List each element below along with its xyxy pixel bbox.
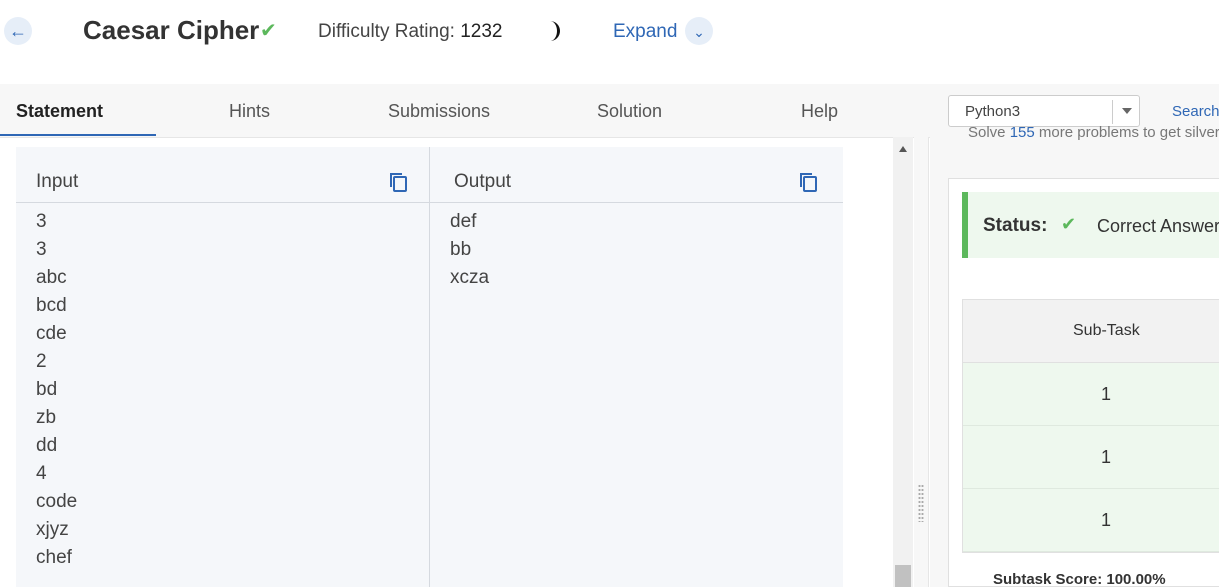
problem-title: Caesar Cipher [83,15,260,45]
output-line: bb [450,239,472,260]
input-lines: 3 3 abc bcd cde 2 bd zb dd 4 code xjyz c… [36,208,77,572]
subtask-row: 1 [963,489,1219,552]
input-line: 4 [36,463,47,484]
subtask-header: Sub-Task [1073,322,1140,339]
tab-hints[interactable]: Hints [229,101,270,122]
language-selected: Python3 [965,103,1021,120]
tab-solution[interactable]: Solution [597,101,662,122]
status-label: Status: [983,215,1048,236]
subtask-cell: 1 [1101,447,1112,467]
language-select[interactable]: Python3 [948,95,1140,127]
input-line: dd [36,435,58,456]
back-arrow-icon[interactable]: ← [4,17,32,45]
drag-grip-icon[interactable] [918,484,924,522]
difficulty-value: 1232 [460,21,503,42]
subtask-cell: 1 [1101,384,1112,404]
subtask-row: 1 [963,363,1219,426]
solve-more-text: Solve 155 more problems to get silver [968,124,1219,141]
subtask-header-row: Sub-Task [963,300,1219,363]
select-separator [1112,100,1113,124]
scrollbar-thumb[interactable] [895,565,911,587]
solved-check-icon: ✔ [260,20,277,42]
output-line: def [450,211,477,232]
problem-header: ← Caesar Cipher ✔ Difficulty Rating: 123… [0,0,1219,84]
solve-prefix: Solve [968,124,1006,141]
active-tab-indicator [0,134,156,136]
tab-help[interactable]: Help [801,101,838,122]
io-header-divider [16,202,843,203]
input-line: abc [36,267,67,288]
difficulty-label: Difficulty Rating: [318,21,455,42]
input-line: bd [36,379,58,400]
status-check-icon: ✔ [1061,214,1077,234]
input-line: 3 [36,239,47,260]
solve-suffix: more problems to get silver [1038,124,1219,141]
input-line: bcd [36,295,67,316]
scroll-up-arrow-icon[interactable] [899,146,907,152]
copy-input-icon[interactable] [389,172,409,192]
subtask-table: Sub-Task 1 1 1 [962,299,1219,553]
dark-mode-moon-icon[interactable] [544,20,564,42]
dropdown-arrow-icon[interactable] [1122,108,1132,114]
input-heading: Input [36,171,79,192]
search-link[interactable]: Search [1172,103,1219,120]
input-line: zb [36,407,57,428]
copy-output-icon[interactable] [799,172,819,192]
input-line: chef [36,547,72,568]
output-heading: Output [454,171,512,192]
output-lines: def bb xcza [450,208,489,292]
left-scrollbar[interactable] [893,137,913,587]
chevron-down-icon[interactable]: ⌄ [685,17,713,45]
input-line: cde [36,323,67,344]
input-line: code [36,491,78,512]
subtask-row: 1 [963,426,1219,489]
difficulty-rating: Difficulty Rating: 1232 [318,21,503,43]
subtask-cell: 1 [1101,510,1112,530]
subtask-score: Subtask Score: 100.00% [993,571,1166,588]
input-line: 2 [36,351,47,372]
io-divider [429,147,430,587]
solve-count: 155 [1009,124,1035,141]
expand-link[interactable]: Expand [613,21,677,43]
input-line: 3 [36,211,47,232]
status-value: Correct Answer [1097,216,1219,236]
output-line: xcza [450,267,490,288]
tab-statement[interactable]: Statement [16,101,103,122]
input-line: xjyz [36,519,69,540]
tab-submissions[interactable]: Submissions [388,101,490,122]
